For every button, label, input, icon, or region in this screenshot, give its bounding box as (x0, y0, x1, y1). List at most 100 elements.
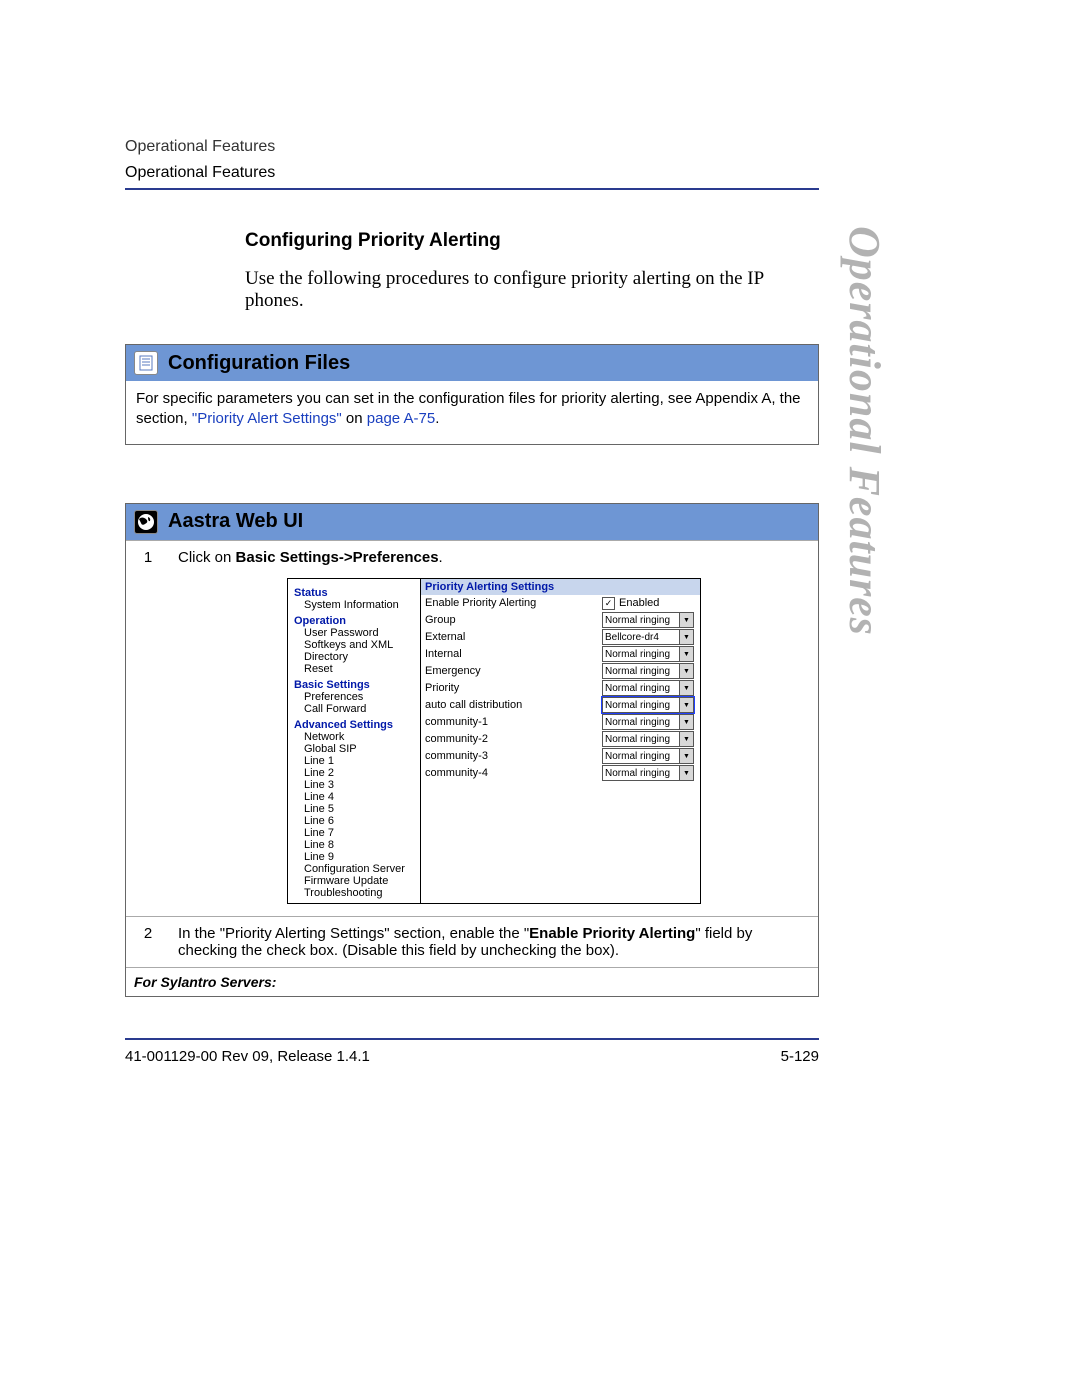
config-link-settings[interactable]: "Priority Alert Settings" (192, 410, 342, 427)
note-row: For Sylantro Servers: (126, 967, 818, 996)
nav-system-info[interactable]: System Information (304, 599, 414, 611)
nav-line-2[interactable]: Line 2 (304, 767, 414, 779)
setting-community-3-label: community-3 (421, 750, 602, 762)
setting-emergency: Emergency Normal ringing (421, 663, 700, 680)
setting-enable-label: Enable Priority Alerting (421, 597, 602, 609)
community-3-dd-val: Normal ringing (605, 751, 670, 762)
chevron-down-icon (679, 630, 693, 644)
enable-checkbox[interactable] (602, 597, 615, 610)
nav-line-5[interactable]: Line 5 (304, 803, 414, 815)
setting-internal-label: Internal (421, 648, 602, 660)
community-2-dd-val: Normal ringing (605, 734, 670, 745)
chevron-down-icon (679, 613, 693, 627)
nav-network[interactable]: Network (304, 731, 414, 743)
external-dropdown[interactable]: Bellcore-dr4 (602, 629, 694, 645)
running-header-2: Operational Features (125, 164, 819, 182)
setting-community-4: community-4 Normal ringing (421, 765, 700, 782)
setting-community-1-label: community-1 (421, 716, 602, 728)
chevron-down-icon (679, 647, 693, 661)
nav-line-8[interactable]: Line 8 (304, 839, 414, 851)
setting-group: Group Normal ringing (421, 612, 700, 629)
config-text-mid: on (346, 410, 367, 427)
community-2-dropdown[interactable]: Normal ringing (602, 731, 694, 747)
ui-nav: Status System Information Operation User… (288, 579, 421, 903)
step-1-content: Click on Basic Settings->Preferences. St… (170, 540, 818, 916)
internal-dropdown[interactable]: Normal ringing (602, 646, 694, 662)
nav-cat-status[interactable]: Status (294, 587, 414, 599)
nav-cat-operation[interactable]: Operation (294, 615, 414, 627)
nav-call-forward[interactable]: Call Forward (304, 703, 414, 715)
spacer (125, 451, 819, 503)
nav-softkeys-xml[interactable]: Softkeys and XML (304, 639, 414, 651)
ui-main: Priority Alerting Settings Enable Priori… (421, 579, 700, 903)
internal-dd-val: Normal ringing (605, 649, 670, 660)
chevron-down-icon (679, 681, 693, 695)
embedded-ui: Status System Information Operation User… (287, 578, 701, 904)
chevron-down-icon (679, 749, 693, 763)
community-1-dd-val: Normal ringing (605, 717, 670, 728)
footer-left: 41-001129-00 Rev 09, Release 1.4.1 (125, 1048, 370, 1065)
step2-bold: Enable Priority Alerting (529, 925, 695, 942)
running-header-1: Operational Features (125, 138, 819, 156)
setting-internal: Internal Normal ringing (421, 646, 700, 663)
config-link-page[interactable]: page A-75 (367, 410, 435, 427)
nav-directory[interactable]: Directory (304, 651, 414, 663)
nav-line-6[interactable]: Line 6 (304, 815, 414, 827)
globe-icon (134, 510, 158, 534)
step-2-content: In the "Priority Alerting Settings" sect… (170, 916, 818, 967)
nav-troubleshooting[interactable]: Troubleshooting (304, 887, 414, 899)
nav-line-1[interactable]: Line 1 (304, 755, 414, 767)
config-files-body: For specific parameters you can set in t… (126, 381, 818, 444)
step1-pre: Click on (178, 549, 236, 566)
setting-external-label: External (421, 631, 602, 643)
nav-reset[interactable]: Reset (304, 663, 414, 675)
setting-priority-label: Priority (421, 682, 602, 694)
nav-global-sip[interactable]: Global SIP (304, 743, 414, 755)
config-text-end: . (435, 410, 439, 427)
group-dropdown[interactable]: Normal ringing (602, 612, 694, 628)
setting-external: External Bellcore-dr4 (421, 629, 700, 646)
nav-line-4[interactable]: Line 4 (304, 791, 414, 803)
intro-paragraph: Use the following procedures to configur… (245, 268, 819, 312)
priority-dropdown[interactable]: Normal ringing (602, 680, 694, 696)
setting-community-2-label: community-2 (421, 733, 602, 745)
nav-config-server[interactable]: Configuration Server (304, 863, 414, 875)
config-files-box: Configuration Files For specific paramet… (125, 344, 819, 445)
step1-bold: Basic Settings->Preferences (236, 549, 439, 566)
step-2-num: 2 (126, 916, 170, 967)
step1-post: . (439, 549, 443, 566)
group-dd-val: Normal ringing (605, 615, 670, 626)
web-ui-header: Aastra Web UI (126, 504, 818, 540)
nav-preferences[interactable]: Preferences (304, 691, 414, 703)
step-1-num: 1 (126, 540, 170, 916)
nav-line-3[interactable]: Line 3 (304, 779, 414, 791)
setting-community-3: community-3 Normal ringing (421, 748, 700, 765)
chevron-down-icon (679, 766, 693, 780)
chevron-down-icon (679, 715, 693, 729)
page-footer: 41-001129-00 Rev 09, Release 1.4.1 5-129 (125, 1030, 819, 1065)
setting-enable: Enable Priority Alerting Enabled (421, 595, 700, 612)
web-ui-box: Aastra Web UI 1 Click on Basic Settings-… (125, 503, 819, 997)
nav-user-password[interactable]: User Password (304, 627, 414, 639)
chevron-down-icon (679, 664, 693, 678)
page-content: Operational Features Operational Feature… (125, 138, 819, 1003)
nav-cat-basic[interactable]: Basic Settings (294, 679, 414, 691)
community-3-dropdown[interactable]: Normal ringing (602, 748, 694, 764)
setting-priority: Priority Normal ringing (421, 680, 700, 697)
nav-firmware-update[interactable]: Firmware Update (304, 875, 414, 887)
chevron-down-icon (679, 698, 693, 712)
nav-line-7[interactable]: Line 7 (304, 827, 414, 839)
config-files-header: Configuration Files (126, 345, 818, 381)
community-4-dropdown[interactable]: Normal ringing (602, 765, 694, 781)
external-dd-val: Bellcore-dr4 (605, 632, 659, 643)
document-icon (134, 351, 158, 375)
chevron-down-icon (679, 732, 693, 746)
setting-community-1: community-1 Normal ringing (421, 714, 700, 731)
footer-rule (125, 1038, 819, 1040)
community-1-dropdown[interactable]: Normal ringing (602, 714, 694, 730)
panel-caption: Priority Alerting Settings (421, 579, 700, 595)
acd-dropdown[interactable]: Normal ringing (602, 697, 694, 713)
emergency-dropdown[interactable]: Normal ringing (602, 663, 694, 679)
nav-line-9[interactable]: Line 9 (304, 851, 414, 863)
nav-cat-advanced[interactable]: Advanced Settings (294, 719, 414, 731)
